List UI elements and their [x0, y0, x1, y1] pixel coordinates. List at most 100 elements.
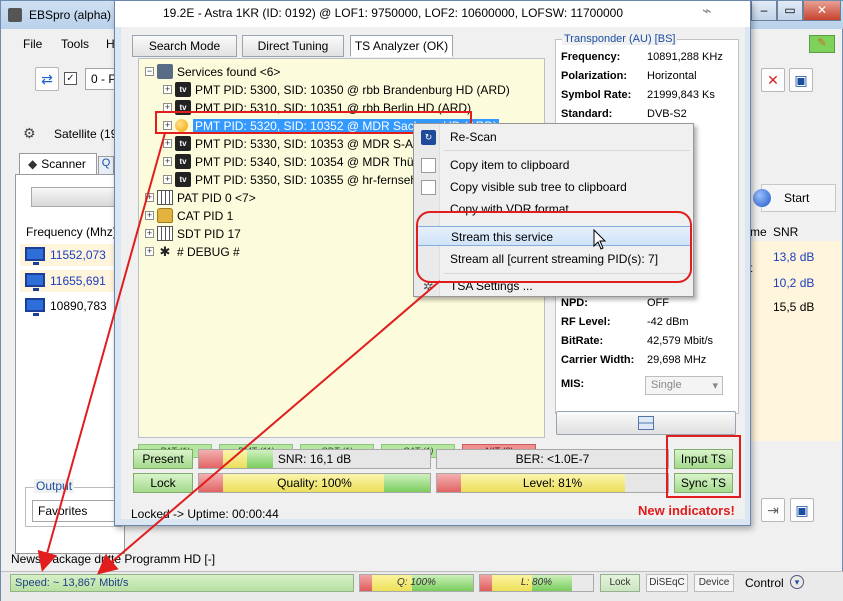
scanner-tab-icon: ◆ — [28, 157, 38, 171]
service-label: PMT PID: 5330, SID: 10353 @ MDR S-Anhalt… — [195, 137, 423, 151]
menu-bar: File Tools H — [9, 34, 129, 54]
tv-icon: tv — [175, 136, 191, 151]
lock-indicator: Lock — [600, 574, 640, 592]
mouse-cursor-icon — [593, 229, 607, 250]
satellite-dish-icon: ⌁ — [702, 3, 712, 20]
frequency-row[interactable]: 10890,783 — [20, 295, 125, 317]
tv-icon: tv — [175, 82, 191, 97]
expand-icon[interactable]: + — [145, 247, 154, 256]
expand-icon[interactable]: + — [145, 229, 154, 238]
pat-node[interactable]: + PAT PID 0 <7> — [145, 190, 345, 207]
minimize-button[interactable]: – — [751, 1, 777, 21]
output-group: Output Favorites — [25, 479, 122, 527]
tab-direct-tuning[interactable]: Direct Tuning — [242, 35, 344, 57]
now-playing-text: News Package dritte Programm HD [-] — [11, 552, 216, 566]
monitor-icon — [25, 273, 45, 291]
mis-select[interactable]: Single ▾ — [645, 376, 723, 395]
app-icon — [8, 8, 22, 22]
carrier-width-key: Carrier Width: — [561, 354, 635, 366]
delete-icon[interactable]: ✕ — [761, 68, 785, 92]
service-label: PMT PID: 5340, SID: 10354 @ MDR Thüringe… — [195, 155, 423, 169]
expand-icon[interactable]: + — [163, 175, 172, 184]
expand-icon[interactable]: + — [163, 157, 172, 166]
tab-ts-analyzer[interactable]: TS Analyzer (OK) — [350, 35, 453, 57]
close-button[interactable]: ✕ — [803, 1, 841, 21]
ber-meter: BER: <1.0E-7 — [436, 449, 669, 469]
polarization-key: Polarization: — [561, 70, 628, 82]
menu-separator — [444, 150, 690, 151]
quality-indicator-label: Q: 100% — [397, 577, 436, 588]
menu-tools[interactable]: Tools — [61, 37, 89, 51]
start-icon — [753, 189, 771, 207]
menu-item-label: Copy item to clipboard — [450, 158, 570, 172]
export-icon[interactable]: ⇥ — [761, 498, 785, 522]
menu-item-rescan[interactable]: ↻ Re-Scan — [416, 127, 692, 147]
standard-value: DVB-S2 — [647, 108, 687, 120]
output-label: Output — [34, 479, 75, 493]
pat-label: PAT PID 0 <7> — [177, 191, 256, 205]
frequency-row[interactable]: 11552,073 — [20, 244, 125, 266]
control-dropdown-icon[interactable]: ▾ — [790, 575, 804, 589]
expand-icon[interactable]: + — [145, 211, 154, 220]
refresh-icon[interactable]: ⇄ — [35, 67, 59, 91]
update-icon[interactable]: ✎ — [809, 35, 835, 53]
quality-indicator: Q: 100% — [359, 574, 474, 592]
level-meter-label: Level: 81% — [522, 476, 583, 490]
monitor-icon — [25, 298, 45, 316]
quality-meter-label: Quality: 100% — [277, 476, 352, 490]
sdt-node[interactable]: + SDT PID 17 — [145, 226, 345, 243]
debug-label: # DEBUG # — [177, 245, 240, 259]
service-node[interactable]: + tv PMT PID: 5340, SID: 10354 @ MDR Thü… — [163, 154, 423, 171]
snr-value: 15,5 dB — [773, 300, 815, 314]
tree-root-services[interactable]: − Services found <6> — [145, 64, 445, 81]
cat-node[interactable]: + CAT PID 1 — [145, 208, 345, 225]
mis-key: MIS: — [561, 378, 585, 390]
transponder-title: Transponder (AU) [BS] — [562, 33, 678, 45]
tab-search-mode[interactable]: Search Mode — [132, 35, 237, 57]
satellite-icon: ⚙ — [23, 125, 36, 141]
favorites-select[interactable]: Favorites — [32, 500, 118, 522]
ber-meter-label: BER: <1.0E-7 — [515, 452, 590, 466]
menu-item-copy-subtree[interactable]: Copy visible sub tree to clipboard — [416, 177, 692, 197]
start-button[interactable]: Start — [753, 184, 836, 212]
window-icon — [638, 416, 654, 430]
expand-icon[interactable]: + — [145, 193, 154, 202]
frequency-value: 10891,288 KHz — [647, 51, 723, 63]
control-label[interactable]: Control — [745, 576, 784, 590]
snr-header[interactable]: SNR — [773, 225, 798, 239]
service-node[interactable]: + tv PMT PID: 5330, SID: 10353 @ MDR S-A… — [163, 136, 423, 153]
ts-indicators-highlight — [666, 435, 741, 498]
chevron-down-icon: ▾ — [712, 380, 718, 392]
window-toggle-button[interactable] — [556, 411, 736, 435]
service-node[interactable]: + tv PMT PID: 5300, SID: 10350 @ rbb Bra… — [163, 82, 510, 99]
maximize-button[interactable]: ▭ — [777, 1, 803, 21]
sdt-label: SDT PID 17 — [177, 227, 241, 241]
snr-value: 13,8 dB — [773, 250, 815, 264]
expand-icon[interactable]: + — [163, 139, 172, 148]
rf-level-value: -42 dBm — [647, 316, 689, 328]
service-label: PMT PID: 5300, SID: 10350 @ rbb Brandenb… — [195, 83, 510, 97]
save-icon[interactable]: ▣ — [789, 68, 813, 92]
symbol-rate-value: 21999,843 Ks — [647, 89, 715, 101]
menu-item-copy-item[interactable]: Copy item to clipboard — [416, 155, 692, 175]
frequency-row[interactable]: 11655,691 — [20, 270, 125, 292]
tab-scanner-label: Scanner — [41, 157, 86, 171]
list-header-right: me SNR — [749, 221, 841, 241]
snr-meter: SNR: 16,1 dB — [198, 449, 431, 469]
collapse-icon[interactable]: − — [145, 67, 154, 76]
frequency-header[interactable]: Frequency (Mhz) — [26, 225, 117, 239]
save-list-icon[interactable]: ▣ — [790, 498, 814, 522]
expand-icon[interactable]: + — [163, 85, 172, 94]
menu-file[interactable]: File — [23, 37, 42, 51]
scan-progress-bar — [31, 187, 123, 207]
name-header-fragment[interactable]: me — [750, 225, 767, 239]
frequency-value: 11655,691 — [50, 274, 106, 288]
debug-node[interactable]: + ✱ # DEBUG # — [145, 244, 345, 261]
tab-search-icon[interactable]: Q — [98, 156, 114, 175]
ts-window-title: 19.2E - Astra 1KR (ID: 0192) @ LOF1: 975… — [163, 6, 624, 20]
service-node[interactable]: + tv PMT PID: 5350, SID: 10355 @ hr-fern… — [163, 172, 423, 189]
tab-scanner[interactable]: ◆ Scanner — [19, 153, 97, 175]
lock-indicator: Lock — [133, 473, 193, 493]
lock-status-text: Locked -> Uptime: 00:00:44 — [131, 507, 279, 521]
toolbar-checkbox[interactable]: ✓ — [64, 72, 77, 85]
